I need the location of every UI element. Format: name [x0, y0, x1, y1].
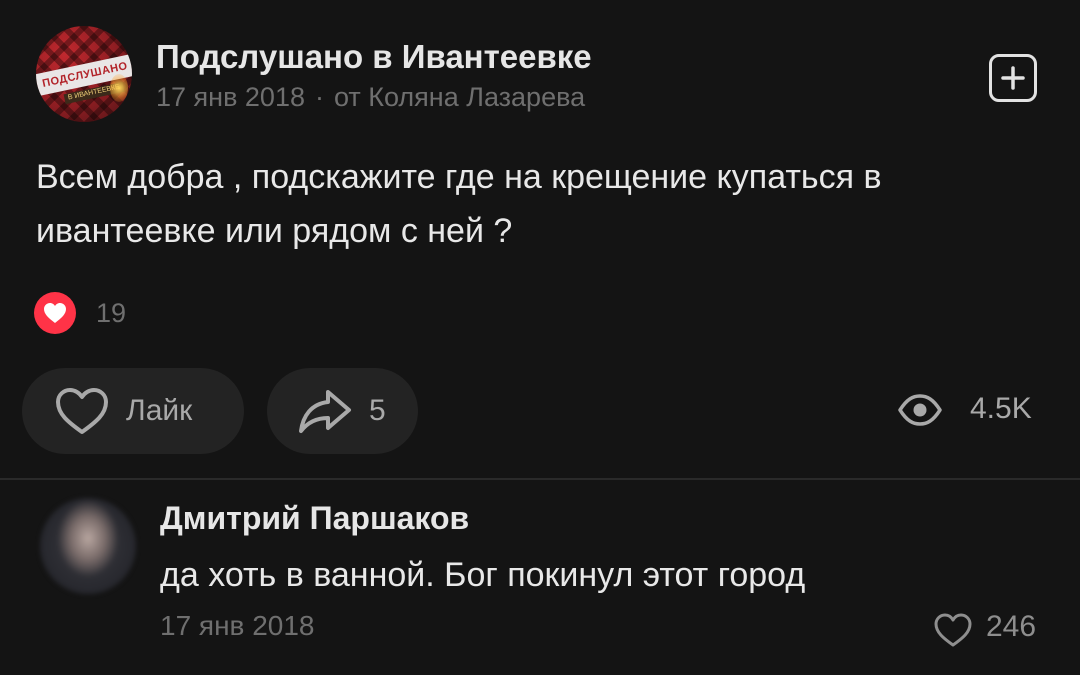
share-count: 5 — [369, 394, 386, 427]
add-button[interactable] — [989, 54, 1037, 102]
comment-text: да хоть в ванной. Бог покинул этот город — [160, 556, 806, 594]
comment-heart-icon[interactable] — [933, 612, 973, 648]
post-meta: 17 янв 2018 · от Коляна Лазарева — [156, 82, 585, 113]
comment-author[interactable]: Дмитрий Паршаков — [160, 500, 469, 537]
comment-like-count[interactable]: 246 — [986, 610, 1036, 644]
group-avatar[interactable]: ПОДСЛУШАНО В ИВАНТЕЕВКЕ — [36, 26, 132, 122]
share-arrow-icon — [299, 390, 351, 433]
commenter-avatar[interactable] — [40, 498, 136, 594]
heart-outline-icon — [56, 388, 108, 434]
heart-icon — [44, 303, 66, 323]
avatar-light — [110, 74, 128, 102]
views-count: 4.5K — [970, 392, 1032, 425]
eye-icon — [898, 394, 942, 426]
post-date: 17 янв 2018 — [156, 82, 305, 112]
post-text: Всем добра , подскажите где на крещение … — [36, 158, 882, 250]
like-label: Лайк — [126, 394, 193, 427]
meta-separator: · — [314, 82, 324, 112]
share-button[interactable]: 5 — [267, 368, 418, 454]
post-author[interactable]: от Коляна Лазарева — [334, 82, 585, 112]
group-name[interactable]: Подслушано в Ивантеевке — [156, 38, 592, 76]
plus-square-icon — [1001, 66, 1025, 90]
divider — [0, 478, 1080, 480]
reaction-count[interactable]: 19 — [96, 298, 126, 329]
heart-reaction-icon[interactable] — [34, 292, 76, 334]
like-button[interactable]: Лайк — [22, 368, 244, 454]
comment-date: 17 янв 2018 — [160, 610, 315, 641]
